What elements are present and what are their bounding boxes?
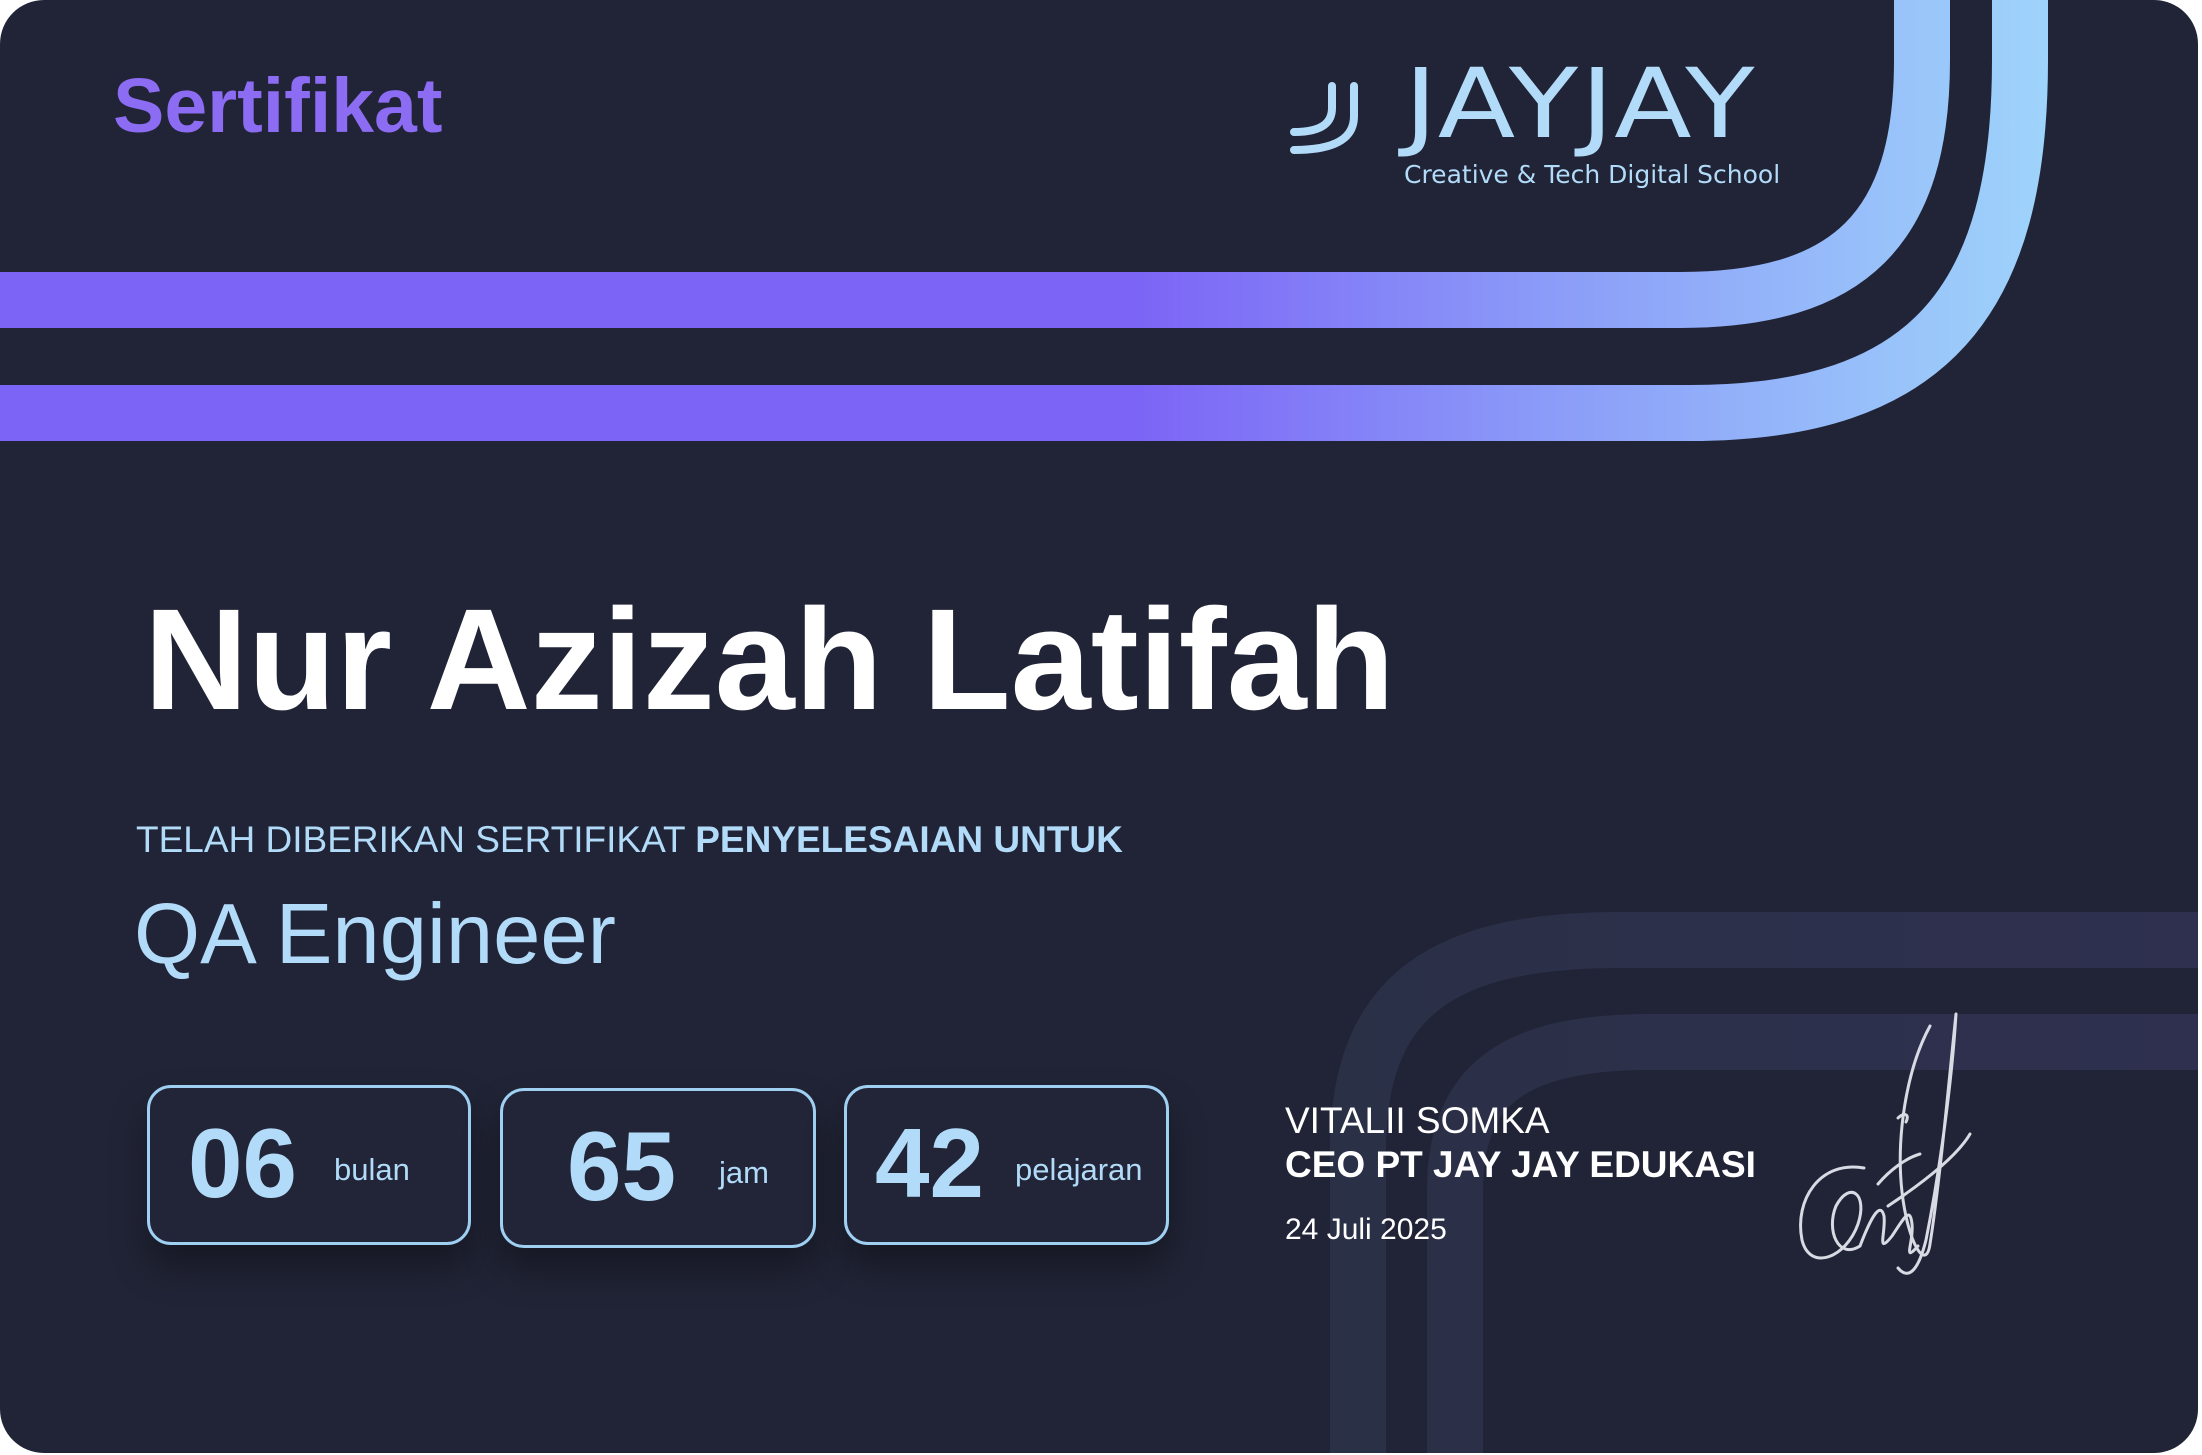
recipient-name: Nur Azizah Latifah: [144, 579, 1395, 740]
completion-statement-bold: PENYELESAIAN UNTUK: [695, 819, 1123, 860]
stat-duration-months: 06 bulan: [147, 1085, 471, 1245]
signature-icon: [1799, 1012, 1972, 1275]
stat-value: 06: [188, 1108, 298, 1218]
double-j-icon: [1290, 82, 1358, 154]
brand-wordmark: JAYJAY: [1404, 48, 1757, 160]
program-name: QA Engineer: [134, 887, 616, 982]
page: Sertifikat JAYJAY Creative & Tech Digita…: [0, 0, 2202, 1455]
completion-statement: TELAH DIBERIKAN SERTIFIKAT PENYELESAIAN …: [136, 821, 1123, 858]
stat-unit: bulan: [334, 1152, 410, 1187]
bottom-right-bands: [1330, 912, 2198, 1453]
stat-unit: jam: [719, 1155, 769, 1190]
signer-name: VITALII SOMKA: [1285, 1100, 1550, 1141]
stat-value: 65: [567, 1111, 677, 1221]
stat-unit: pelajaran: [1015, 1152, 1143, 1187]
stat-lesson-count: 42 pelajaran: [844, 1085, 1169, 1245]
certificate-heading: Sertifikat: [113, 63, 443, 149]
stat-duration-hours: 65 jam: [500, 1088, 816, 1248]
signer-role: CEO PT JAY JAY EDUKASI: [1285, 1144, 1756, 1185]
stat-value: 42: [875, 1108, 985, 1218]
certificate-card: Sertifikat JAYJAY Creative & Tech Digita…: [0, 0, 2198, 1453]
completion-statement-regular: TELAH DIBERIKAN SERTIFIKAT: [136, 819, 696, 860]
issue-date: 24 Juli 2025: [1285, 1213, 1447, 1246]
brand-tagline: Creative & Tech Digital School: [1404, 160, 1781, 189]
